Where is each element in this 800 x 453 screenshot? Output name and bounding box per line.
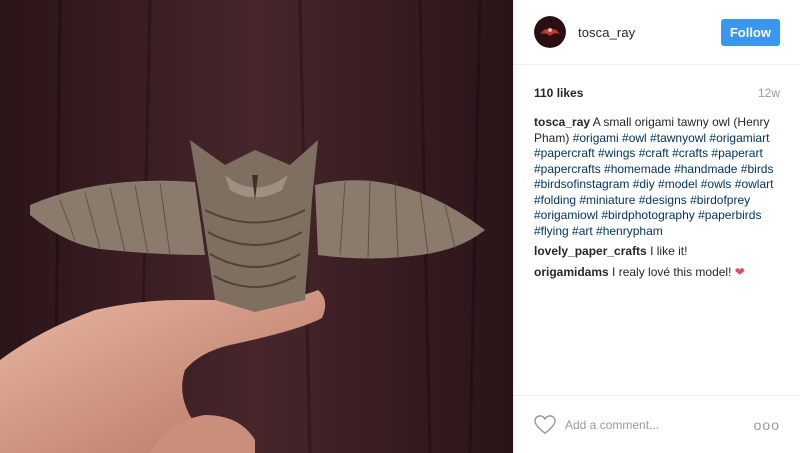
avatar[interactable]	[534, 16, 566, 48]
comment-text: I like it!	[650, 244, 688, 258]
post-sidebar: tosca_ray Follow 110 likes 12w tosca_ray…	[513, 0, 800, 453]
like-count[interactable]: 110 likes	[534, 86, 583, 100]
comment-footer: Add a comment... ooo	[514, 395, 800, 453]
caption-username[interactable]: tosca_ray	[534, 115, 590, 129]
post-photo[interactable]	[0, 0, 513, 453]
comment-username[interactable]: lovely_paper_crafts	[534, 244, 647, 258]
comment-text: I realy lové this model!	[612, 264, 732, 279]
like-heart-icon[interactable]	[534, 414, 556, 435]
post-meta: 110 likes 12w	[514, 83, 800, 103]
origami-owl-image	[0, 0, 513, 453]
comment: origamidams I realy lové this model! ❤	[514, 265, 800, 281]
caption-hashtags[interactable]: #origami #owl #tawnyowl #origamiart #pap…	[534, 131, 773, 238]
add-comment-input[interactable]: Add a comment...	[565, 418, 754, 432]
post-modal: tosca_ray Follow 110 likes 12w tosca_ray…	[0, 0, 800, 453]
comment: lovely_paper_crafts I like it!	[514, 244, 800, 260]
follow-button[interactable]: Follow	[720, 18, 780, 46]
post-header: tosca_ray Follow	[514, 0, 800, 65]
post-age[interactable]: 12w	[758, 86, 780, 100]
comment-username[interactable]: origamidams	[534, 265, 609, 279]
more-options-icon[interactable]: ooo	[754, 417, 780, 433]
heart-emoji-icon: ❤	[734, 264, 745, 279]
username[interactable]: tosca_ray	[578, 25, 721, 40]
caption: tosca_ray A small origami tawny owl (Hen…	[514, 115, 800, 239]
